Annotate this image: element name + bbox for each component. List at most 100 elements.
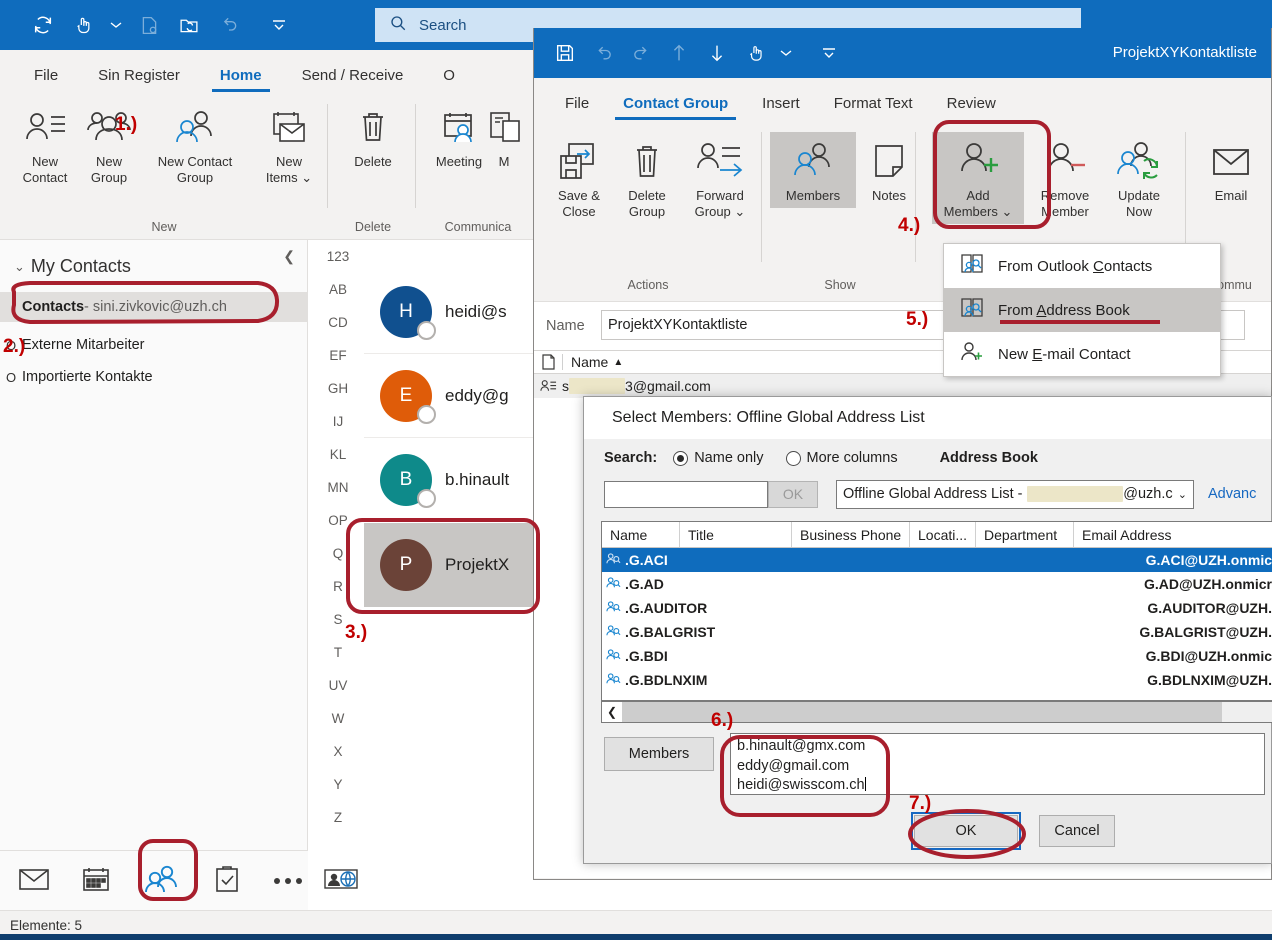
members-button[interactable]: Members: [604, 737, 714, 771]
mail-merge-button[interactable]: M: [484, 102, 524, 170]
members-grid-row[interactable]: sXXXXXX3@gmail.com: [534, 374, 1271, 398]
tab-file[interactable]: File: [14, 67, 78, 94]
down-icon[interactable]: [700, 36, 734, 70]
alpha-index-item[interactable]: OP: [312, 504, 364, 537]
alpha-index-item[interactable]: T: [312, 636, 364, 669]
menu-item-new-email-contact[interactable]: New E-mail Contact: [944, 332, 1220, 376]
menu-item-from-outlook-contacts[interactable]: From Outlook Contacts: [944, 244, 1220, 288]
alpha-index-item[interactable]: CD: [312, 306, 364, 339]
people-globe-icon[interactable]: [324, 867, 358, 894]
column-header-title[interactable]: Title: [680, 522, 792, 547]
more-icon[interactable]: [272, 873, 304, 889]
tab-format-text[interactable]: Format Text: [817, 95, 930, 122]
members-toggle-button[interactable]: Members: [770, 132, 856, 208]
search-input[interactable]: [604, 480, 768, 508]
chevron-down-icon[interactable]: [106, 8, 126, 42]
menu-item-from-address-book[interactable]: From Address Book: [944, 288, 1220, 332]
touch-mode-icon[interactable]: [66, 8, 100, 42]
undo-icon[interactable]: [586, 36, 620, 70]
new-group-button[interactable]: New Group: [70, 102, 148, 186]
contact-card-projektx[interactable]: P ProjektX: [364, 523, 554, 607]
advanced-find-link[interactable]: Advanc: [1208, 486, 1256, 502]
alpha-index-item[interactable]: Y: [312, 768, 364, 801]
members-grid-name-column[interactable]: Name: [571, 354, 608, 370]
alpha-index-item[interactable]: UV: [312, 669, 364, 702]
table-row[interactable]: .G.AD G.AD@UZH.onmicr: [602, 572, 1272, 596]
chevron-down-icon[interactable]: [776, 36, 796, 70]
tasks-icon[interactable]: [214, 865, 240, 896]
folder-pane-header[interactable]: ⌄ My Contacts: [14, 256, 131, 277]
radio-name-only[interactable]: Name only: [673, 450, 764, 466]
alpha-index-item[interactable]: EF: [312, 339, 364, 372]
mail-icon[interactable]: [18, 867, 50, 894]
alpha-index-item[interactable]: R: [312, 570, 364, 603]
alpha-index-item[interactable]: 123: [312, 240, 364, 273]
alpha-index-item[interactable]: Z: [312, 801, 364, 834]
address-book-select[interactable]: Offline Global Address List - XXXXXXXXXX…: [836, 479, 1194, 509]
notes-button[interactable]: Notes: [860, 136, 918, 204]
remove-member-button[interactable]: Remove Member: [1028, 136, 1102, 220]
sidebar-item-contacts[interactable]: Contacts - sini.zivkovic@uzh.ch: [0, 292, 308, 322]
cancel-button[interactable]: Cancel: [1039, 815, 1115, 847]
alpha-index-item[interactable]: MN: [312, 471, 364, 504]
new-item-icon[interactable]: [132, 8, 166, 42]
horizontal-scrollbar[interactable]: ❮: [601, 701, 1272, 723]
add-members-button[interactable]: Add Members ⌄: [932, 132, 1024, 224]
column-header-email-address[interactable]: Email Address: [1074, 522, 1270, 547]
calendar-icon[interactable]: [82, 866, 110, 895]
sidebar-item-externe-mitarbeiter[interactable]: O Externe Mitarbeiter: [0, 330, 308, 360]
tab-home[interactable]: Home: [200, 67, 282, 94]
tab-file[interactable]: File: [548, 95, 606, 122]
ok-button[interactable]: OK: [911, 812, 1021, 850]
delete-group-button[interactable]: Delete Group: [608, 136, 686, 220]
contact-card-bhinault[interactable]: B b.hinault: [364, 438, 554, 522]
column-header-name[interactable]: Name: [602, 522, 680, 547]
tab-review[interactable]: Review: [930, 95, 1013, 122]
collapse-pane-icon[interactable]: ❮: [283, 248, 295, 265]
column-header-business-phone[interactable]: Business Phone: [792, 522, 910, 547]
alpha-index-item[interactable]: S: [312, 603, 364, 636]
radio-more-columns[interactable]: More columns: [785, 450, 898, 466]
tab-contact-group[interactable]: Contact Group: [606, 95, 745, 122]
save-icon[interactable]: [548, 36, 582, 70]
more-icon[interactable]: [262, 8, 296, 42]
tab-sin-register[interactable]: Sin Register: [78, 67, 200, 94]
people-icon[interactable]: [142, 865, 182, 896]
table-row[interactable]: .G.BALGRIST G.BALGRIST@UZH.: [602, 620, 1272, 644]
touch-mode-icon[interactable]: [738, 36, 772, 70]
scrollbar-thumb[interactable]: [622, 702, 1222, 722]
alpha-index-item[interactable]: AB: [312, 273, 364, 306]
alpha-index-item[interactable]: X: [312, 735, 364, 768]
more-icon[interactable]: [812, 36, 846, 70]
refresh-icon[interactable]: [26, 8, 60, 42]
search-ok-button[interactable]: OK: [768, 480, 818, 508]
undo-icon[interactable]: [212, 8, 246, 42]
column-header-department[interactable]: Department: [976, 522, 1074, 547]
delete-button[interactable]: Delete: [334, 102, 412, 170]
table-row[interactable]: .G.AUDITOR G.AUDITOR@UZH.: [602, 596, 1272, 620]
alpha-index-item[interactable]: KL: [312, 438, 364, 471]
email-button[interactable]: Email: [1192, 136, 1270, 204]
alphabet-index[interactable]: 123 AB CD EF GH IJ KL MN OP Q R S T UV W…: [312, 240, 364, 850]
table-row[interactable]: .G.BDI G.BDI@UZH.onmic: [602, 644, 1272, 668]
alpha-index-item[interactable]: W: [312, 702, 364, 735]
update-now-button[interactable]: Update Now: [1104, 136, 1174, 220]
save-and-close-button[interactable]: Save & Close: [540, 136, 618, 220]
members-field[interactable]: b.hinault@gmx.com eddy@gmail.com heidi@s…: [730, 733, 1265, 795]
table-row[interactable]: .G.BDLNXIM G.BDLNXIM@UZH.: [602, 668, 1272, 692]
alpha-index-item[interactable]: GH: [312, 372, 364, 405]
contact-card-eddy[interactable]: E eddy@g: [364, 354, 554, 438]
tab-folder[interactable]: O: [423, 67, 475, 94]
up-icon[interactable]: [662, 36, 696, 70]
alpha-index-item[interactable]: Q: [312, 537, 364, 570]
new-items-button[interactable]: New Items ⌄: [250, 102, 328, 186]
redo-icon[interactable]: [624, 36, 658, 70]
alpha-index-item[interactable]: IJ: [312, 405, 364, 438]
send-receive-icon[interactable]: [172, 8, 206, 42]
column-header-location[interactable]: Locati...: [910, 522, 976, 547]
table-row[interactable]: .G.ACI G.ACI@UZH.onmic: [602, 548, 1272, 572]
tab-insert[interactable]: Insert: [745, 95, 817, 122]
scroll-left-icon[interactable]: ❮: [602, 702, 622, 722]
forward-group-button[interactable]: Forward Group ⌄: [678, 136, 762, 220]
sidebar-item-importierte-kontakte[interactable]: O Importierte Kontakte: [0, 362, 308, 392]
